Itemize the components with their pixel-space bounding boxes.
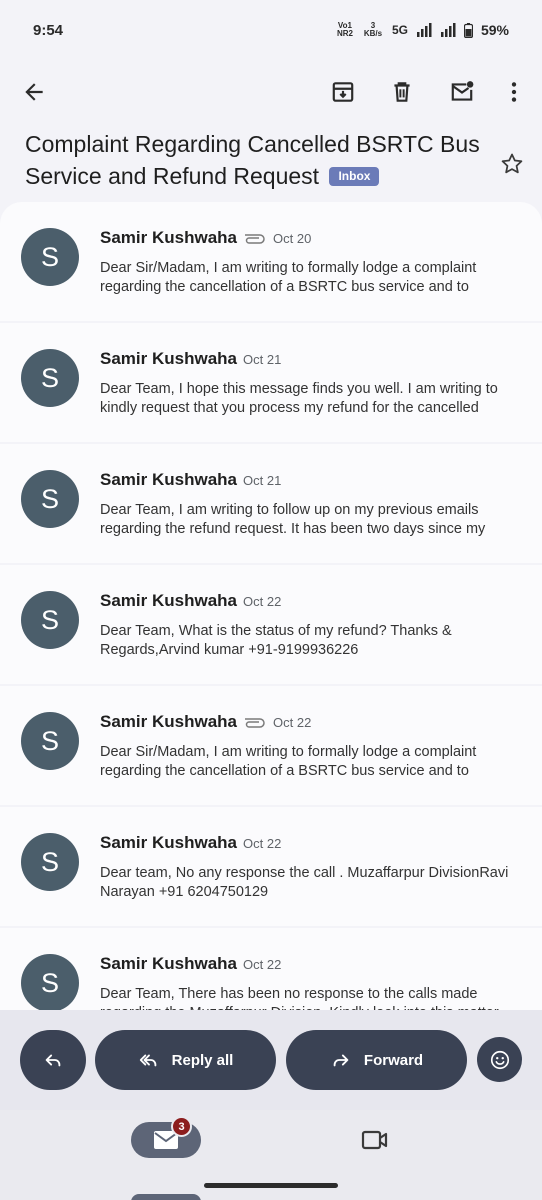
message-date: Oct 22 bbox=[243, 835, 282, 851]
sender-name: Samir Kushwaha bbox=[100, 228, 237, 247]
email-subject: Complaint Regarding Cancelled BSRTC Bus … bbox=[25, 128, 485, 192]
volte-indicator: Vo1 NR2 bbox=[336, 21, 353, 38]
message-item[interactable]: S Samir Kushwaha Oct 22 Dear Team, What … bbox=[0, 565, 542, 684]
message-date: Oct 22 bbox=[273, 714, 312, 730]
avatar[interactable]: S bbox=[21, 954, 79, 1010]
sender-name: Samir Kushwaha bbox=[100, 954, 237, 973]
forward-label: Forward bbox=[363, 1051, 424, 1069]
message-date: Oct 21 bbox=[243, 472, 282, 488]
status-icons: Vo1 NR2 3 KB/s 5G 59% bbox=[336, 21, 509, 39]
battery-percent: 59% bbox=[480, 22, 509, 38]
chat-nav-peek bbox=[131, 1194, 201, 1200]
archive-icon[interactable] bbox=[323, 72, 363, 112]
attachment-icon bbox=[245, 234, 265, 244]
inbox-label-badge[interactable]: Inbox bbox=[329, 167, 380, 186]
star-icon[interactable] bbox=[494, 146, 530, 182]
delete-icon[interactable] bbox=[382, 72, 422, 112]
message-date: Oct 22 bbox=[243, 956, 282, 972]
battery-icon bbox=[463, 22, 473, 38]
meet-nav-tab[interactable] bbox=[357, 1124, 393, 1156]
avatar[interactable]: S bbox=[21, 833, 79, 891]
attachment-icon bbox=[245, 718, 265, 728]
message-snippet: Dear Sir/Madam, I am writing to formally… bbox=[100, 744, 477, 779]
emoji-icon bbox=[490, 1050, 509, 1069]
emoji-reaction-button[interactable] bbox=[477, 1037, 522, 1082]
signal-icon-2 bbox=[440, 23, 456, 37]
reply-action-bar: Reply all Forward bbox=[0, 1010, 542, 1110]
mark-unread-icon[interactable] bbox=[442, 72, 482, 112]
sender-name: Samir Kushwaha bbox=[100, 349, 237, 368]
more-vert-icon[interactable] bbox=[494, 72, 534, 112]
reply-all-label: Reply all bbox=[171, 1051, 234, 1069]
bottom-nav: 3 bbox=[0, 1110, 542, 1200]
message-snippet: Dear Team, I am writing to follow up on … bbox=[100, 502, 486, 537]
message-item[interactable]: S Samir Kushwaha Oct 21 Dear Team, I am … bbox=[0, 444, 542, 563]
unread-count-badge: 3 bbox=[171, 1116, 192, 1137]
message-snippet: Dear Team, What is the status of my refu… bbox=[100, 623, 452, 658]
message-date: Oct 21 bbox=[243, 351, 282, 367]
top-toolbar bbox=[0, 66, 542, 122]
home-indicator[interactable] bbox=[204, 1183, 338, 1188]
status-bar: 9:54 Vo1 NR2 3 KB/s 5G 59% bbox=[0, 0, 542, 66]
reply-button[interactable] bbox=[20, 1030, 86, 1090]
status-time: 9:54 bbox=[33, 22, 64, 39]
video-camera-icon bbox=[361, 1130, 388, 1150]
avatar[interactable]: S bbox=[21, 470, 79, 528]
data-speed: 3 KB/s bbox=[363, 21, 383, 38]
forward-icon bbox=[333, 1054, 349, 1067]
sender-name: Samir Kushwaha bbox=[100, 712, 237, 731]
forward-button[interactable]: Forward bbox=[286, 1030, 467, 1090]
message-thread: S Samir Kushwaha Oct 20 Dear Sir/Madam, … bbox=[0, 202, 542, 1010]
avatar[interactable]: S bbox=[21, 591, 79, 649]
avatar[interactable]: S bbox=[21, 712, 79, 770]
message-item[interactable]: S Samir Kushwaha Oct 22 Dear Team, There… bbox=[0, 928, 542, 1010]
message-snippet: Dear Team, I hope this message finds you… bbox=[100, 381, 498, 416]
message-snippet: Dear Team, There has been no response to… bbox=[100, 986, 499, 1010]
message-item[interactable]: S Samir Kushwaha Oct 21 Dear Team, I hop… bbox=[0, 323, 542, 442]
back-arrow-icon[interactable] bbox=[14, 72, 54, 112]
sender-name: Samir Kushwaha bbox=[100, 470, 237, 489]
reply-all-button[interactable]: Reply all bbox=[95, 1030, 276, 1090]
reply-all-icon bbox=[139, 1054, 156, 1067]
message-snippet: Dear team, No any response the call . Mu… bbox=[100, 865, 509, 900]
message-item[interactable]: S Samir Kushwaha Oct 20 Dear Sir/Madam, … bbox=[0, 202, 542, 321]
avatar[interactable]: S bbox=[21, 228, 79, 286]
message-date: Oct 22 bbox=[243, 593, 282, 609]
signal-icon bbox=[416, 23, 432, 37]
subject-text: Complaint Regarding Cancelled BSRTC Bus … bbox=[25, 131, 480, 189]
message-date: Oct 20 bbox=[273, 230, 312, 246]
sender-name: Samir Kushwaha bbox=[100, 591, 237, 610]
message-snippet: Dear Sir/Madam, I am writing to formally… bbox=[100, 260, 477, 295]
message-item[interactable]: S Samir Kushwaha Oct 22 Dear team, No an… bbox=[0, 807, 542, 926]
message-item[interactable]: S Samir Kushwaha Oct 22 Dear Sir/Madam, … bbox=[0, 686, 542, 805]
network-type: 5G bbox=[391, 23, 408, 37]
sender-name: Samir Kushwaha bbox=[100, 833, 237, 852]
reply-icon bbox=[45, 1054, 61, 1067]
avatar[interactable]: S bbox=[21, 349, 79, 407]
